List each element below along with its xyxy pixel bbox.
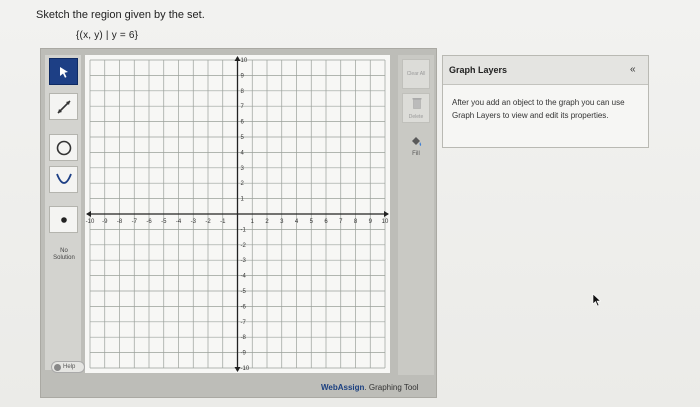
set-notation: {(x, y) | y = 6} [76,30,139,41]
graph-layers-title: Graph Layers [449,65,508,75]
y-tick-label: -9 [241,351,247,357]
webassign-branding: WebAssign. Graphing Tool [321,383,419,392]
x-axis-arrow-right [384,211,389,217]
y-tick-label: -3 [241,258,247,264]
y-tick-label: 10 [241,58,248,64]
x-tick-label: -6 [146,219,152,225]
y-tick-label: -7 [241,320,247,326]
graph-layers-header: Graph Layers « [443,56,648,85]
y-tick-label: -6 [241,304,247,310]
y-tick-label: 7 [241,104,245,110]
y-tick-label: 8 [241,89,245,95]
x-tick-label: -2 [205,219,211,225]
y-tick-label: 2 [241,181,245,187]
mouse-cursor-icon [592,293,602,307]
circle-tool-button[interactable] [49,134,78,161]
line-tool-button[interactable] [49,93,78,120]
x-tick-label: 3 [280,219,284,225]
x-tick-label: -3 [191,219,197,225]
side-action-column: Clear All Delete [398,55,434,375]
pointer-tool-button[interactable] [49,58,78,85]
parabola-tool-icon [55,173,72,184]
y-tick-label: 3 [241,166,245,172]
y-tick-label: 4 [241,150,245,156]
circle-tool-icon [56,140,71,155]
y-tick-label: 1 [241,197,245,203]
y-axis-tick-labels: 10 9 8 7 6 5 4 3 2 1 -1 -2 -3 -4 -5 -6 -7 -8 -9 -10 [241,58,250,372]
point-tool-button[interactable] [49,206,78,233]
delete-label: Delete [408,114,424,120]
help-label: Help [63,364,76,370]
x-tick-label: -10 [86,219,95,225]
x-tick-label: -8 [117,219,123,225]
brand-name: WebAssign [321,383,365,392]
line-tool-icon [56,99,71,114]
trash-icon [412,98,422,109]
y-tick-label: -1 [241,227,247,233]
paint-bucket-icon [412,137,422,146]
brand-suffix: . Graphing Tool [364,383,419,392]
tool-palette [45,55,81,370]
y-tick-label: 9 [241,73,245,79]
x-tick-label: 4 [295,219,299,225]
y-tick-label: -8 [241,335,247,341]
x-tick-label: 7 [339,219,343,225]
x-tick-label: -7 [132,219,138,225]
x-tick-label: 8 [354,219,358,225]
clear-all-label: Clear All [406,71,426,77]
graph-layers-panel: Graph Layers « After you add an object t… [442,55,649,148]
y-tick-label: 5 [241,135,245,141]
x-tick-label: -1 [220,219,226,225]
x-tick-label: 10 [382,219,389,225]
graph-layers-help-text: After you add an object to the graph you… [452,98,625,120]
help-icon [54,363,61,371]
x-tick-label: 6 [324,219,328,225]
y-tick-label: -10 [241,366,250,372]
x-tick-label: -9 [102,219,108,225]
pointer-arrow-icon [59,66,68,78]
y-tick-label: -5 [241,289,247,295]
fill-label: Fill [412,151,420,157]
coordinate-grid[interactable]: -10 -9 -8 -7 -6 -5 -4 -3 -2 -1 1 2 3 4 5 6 7 8 9 10 10 9 8 7 6 5… [85,55,390,373]
question-prompt: Sketch the region given by the set. [36,9,205,21]
collapse-layers-button[interactable]: « [630,64,636,75]
fill-button[interactable]: Fill [402,135,430,161]
help-button[interactable]: Help [51,361,85,373]
x-tick-label: 2 [265,219,269,225]
clear-all-button[interactable]: Clear All [402,59,430,89]
x-tick-label: -5 [161,219,167,225]
x-tick-label: -4 [176,219,182,225]
page: Sketch the region given by the set. {(x,… [0,0,700,407]
y-tick-label: -4 [241,274,247,280]
axes [86,56,389,372]
y-tick-label: 6 [241,120,245,126]
y-tick-label: -2 [241,243,247,249]
parabola-tool-button[interactable] [49,166,78,193]
x-tick-label: 9 [369,219,373,225]
point-tool-icon [60,216,67,223]
no-solution-button[interactable]: No Solution [50,248,78,268]
x-tick-label: 5 [310,219,314,225]
x-tick-label: 1 [251,219,255,225]
x-axis-arrow-left [86,211,91,217]
delete-button[interactable]: Delete [402,93,430,123]
